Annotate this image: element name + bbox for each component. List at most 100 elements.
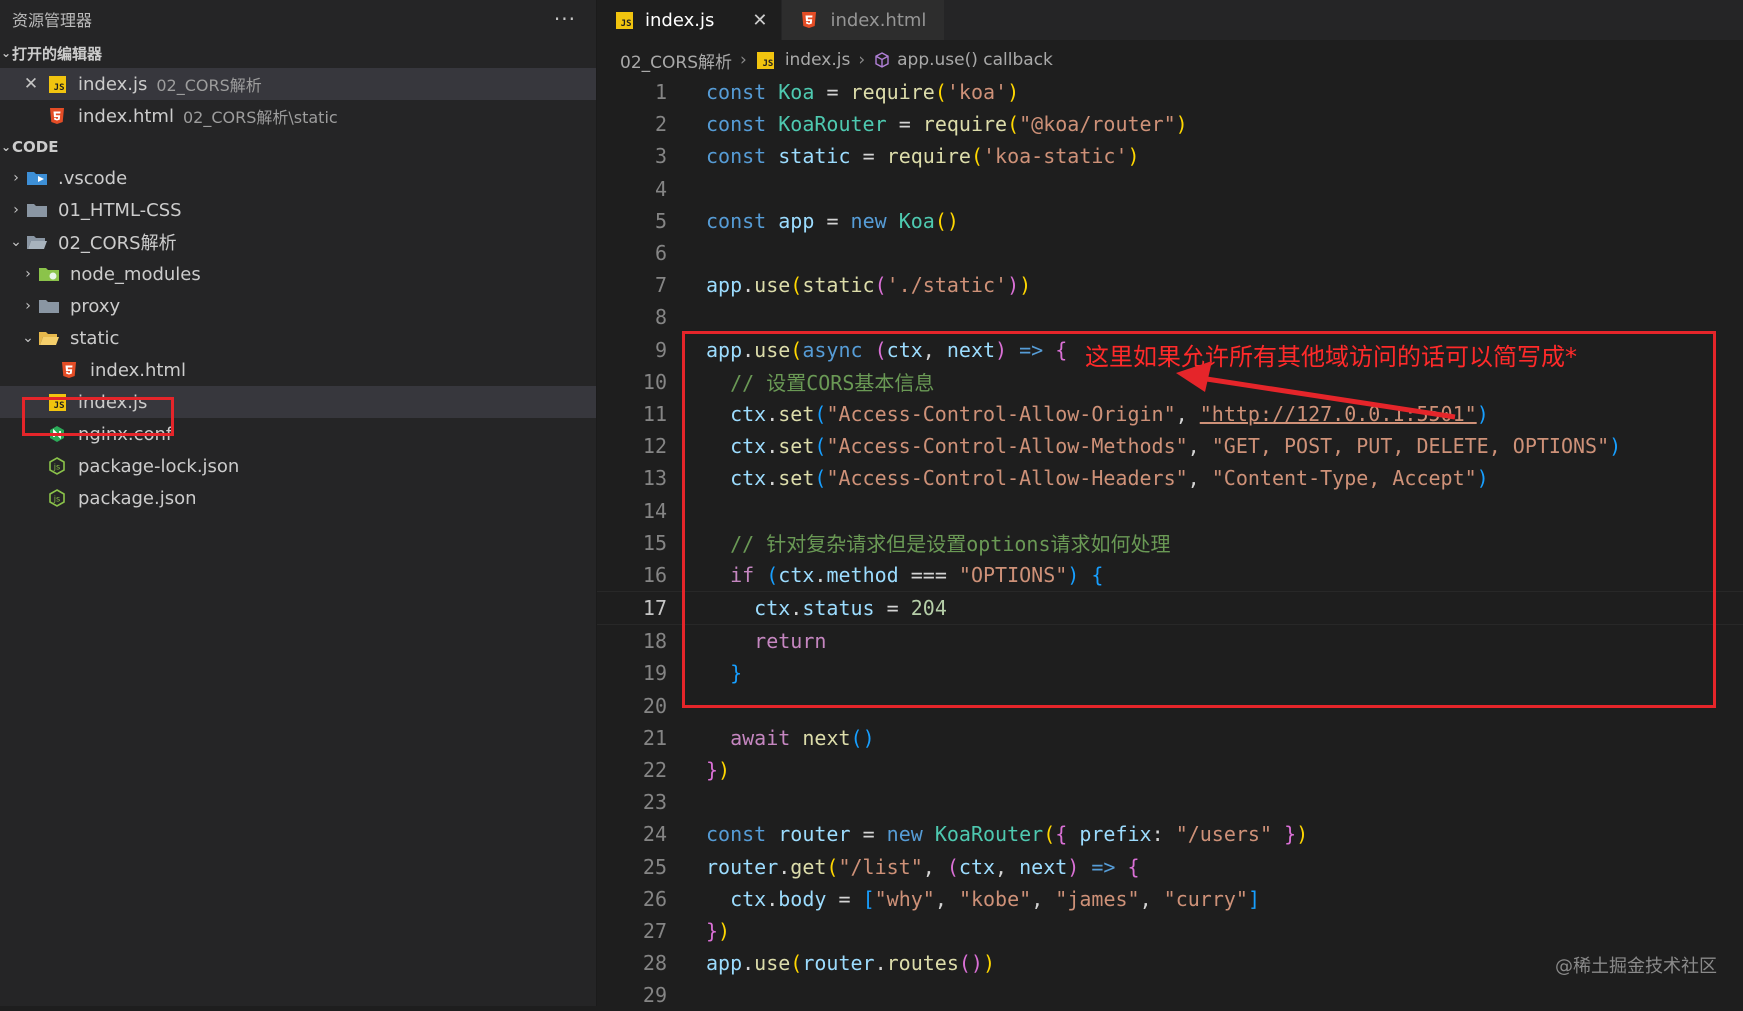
tree-item-package-json[interactable]: js package.json xyxy=(0,482,596,514)
code-line: 3 const static = require('koa-static') xyxy=(597,140,1743,172)
line-number: 13 xyxy=(642,466,667,491)
line-number: 29 xyxy=(642,983,667,1008)
line-number: 7 xyxy=(654,273,667,298)
open-editors-section[interactable]: ⌄ 打开的编辑器 xyxy=(0,38,596,68)
chevron-down-icon: ⌄ xyxy=(22,330,34,346)
code-line: 21 await next() xyxy=(597,722,1743,754)
code-line: 2 const KoaRouter = require("@koa/router"… xyxy=(597,108,1743,140)
code-line: 5 const app = new Koa() xyxy=(597,205,1743,237)
tab-index-js[interactable]: JS index.js ✕ xyxy=(597,0,783,40)
tree-item-label: static xyxy=(70,327,120,349)
line-number: 18 xyxy=(642,629,667,654)
code-line: 23 xyxy=(597,786,1743,818)
code-line: 1 const Koa = require('koa') xyxy=(597,76,1743,108)
code-text: const KoaRouter = require("@koa/router") xyxy=(706,112,1188,137)
line-number: 25 xyxy=(642,854,667,879)
line-number: 15 xyxy=(642,530,667,555)
folder-icon xyxy=(26,201,48,219)
line-number: 16 xyxy=(642,562,667,587)
breadcrumb-symbol[interactable]: app.use() callback xyxy=(897,50,1053,70)
open-editor-filename: index.js xyxy=(78,73,148,95)
line-number: 8 xyxy=(654,305,667,330)
line-number: 6 xyxy=(654,241,667,266)
tree-item-static[interactable]: ⌄ static xyxy=(0,322,596,354)
open-editor-filename: index.html xyxy=(78,105,174,127)
open-editor-index-html[interactable]: index.html 02_CORS解析\static xyxy=(0,100,596,132)
breadcrumb-file[interactable]: index.js xyxy=(785,50,851,70)
line-number: 5 xyxy=(654,208,667,233)
tree-item-html-css[interactable]: › 01_HTML-CSS xyxy=(0,194,596,226)
tree-item-index-html[interactable]: index.html xyxy=(0,354,596,386)
code-text: app.use(static('./static')) xyxy=(706,273,1032,298)
explorer-sidebar: 资源管理器 ··· ⌄ 打开的编辑器 ✕ JS index.js 02_CORS… xyxy=(0,0,597,1006)
code-line: 8 xyxy=(597,301,1743,333)
chevron-right-icon: › xyxy=(25,298,31,314)
line-number: 24 xyxy=(642,822,667,847)
code-line: 22}) xyxy=(597,754,1743,786)
js-file-icon: JS xyxy=(46,75,68,93)
breadcrumb-folder[interactable]: 02_CORS解析 xyxy=(620,48,732,73)
code-line: 6 xyxy=(597,237,1743,269)
open-editor-path: 02_CORS解析 xyxy=(156,76,262,95)
vscode-folder-icon xyxy=(26,169,48,187)
tab-index-html[interactable]: index.html xyxy=(782,0,946,40)
line-number: 4 xyxy=(654,176,667,201)
chevron-right-icon: › xyxy=(13,170,19,186)
node-folder-icon xyxy=(38,265,60,283)
folder-open-icon xyxy=(38,329,60,347)
chevron-down-icon: ⌄ xyxy=(10,234,22,250)
code-text: const app = new Koa() xyxy=(706,208,959,233)
line-number: 26 xyxy=(642,886,667,911)
nodejs-file-icon: js xyxy=(46,457,68,475)
tree-item-label: proxy xyxy=(70,295,121,317)
explorer-title: 资源管理器 xyxy=(12,11,93,30)
line-number: 27 xyxy=(642,918,667,943)
html-file-icon xyxy=(798,11,820,29)
tab-label: index.html xyxy=(830,9,927,31)
line-number: 10 xyxy=(642,369,667,394)
close-tab-icon[interactable]: ✕ xyxy=(752,10,767,31)
code-text: router.get("/list", (ctx, next) => { xyxy=(706,854,1140,879)
chevron-down-icon: ⌄ xyxy=(0,46,12,60)
code-line: 25 router.get("/list", (ctx, next) => { xyxy=(597,851,1743,883)
tree-item-package-lock[interactable]: js package-lock.json xyxy=(0,450,596,482)
tree-item-node-modules[interactable]: › node_modules xyxy=(0,258,596,290)
tree-item-label: package.json xyxy=(78,487,197,509)
chevron-right-icon: › xyxy=(13,202,19,218)
code-text: const static = require('koa-static') xyxy=(706,144,1140,169)
code-text: }) xyxy=(706,758,731,783)
folder-icon xyxy=(38,297,60,315)
code-text: const router = new KoaRouter({ prefix: "… xyxy=(706,822,1309,847)
workspace-section[interactable]: ⌄ CODE xyxy=(0,132,596,162)
tree-item-cors[interactable]: ⌄ 02_CORS解析 xyxy=(0,226,596,258)
tree-item-label: 01_HTML-CSS xyxy=(58,199,182,221)
line-number: 28 xyxy=(642,951,667,976)
watermark: @稀土掘金技术社区 xyxy=(1555,956,1717,977)
code-line: 27}) xyxy=(597,915,1743,947)
line-number: 22 xyxy=(642,758,667,783)
line-number: 14 xyxy=(642,498,667,523)
line-number: 23 xyxy=(642,790,667,815)
close-icon[interactable]: ✕ xyxy=(20,74,42,94)
tree-item-vscode[interactable]: › .vscode xyxy=(0,162,596,194)
annotation-text: 这里如果允许所有其他域访问的话可以简写成* xyxy=(1085,343,1577,371)
tree-item-label: 02_CORS解析 xyxy=(58,233,177,254)
nodejs-file-icon: js xyxy=(46,489,68,507)
tree-item-label: index.html xyxy=(90,359,186,381)
more-actions-icon[interactable]: ··· xyxy=(554,7,576,31)
line-number: 19 xyxy=(642,661,667,686)
tree-item-label: node_modules xyxy=(70,263,201,285)
code-text: const Koa = require('koa') xyxy=(706,80,1020,105)
html-file-icon xyxy=(58,361,80,379)
tab-bar: JS index.js ✕ index.html xyxy=(597,0,1743,40)
tree-item-label: .vscode xyxy=(58,167,128,189)
tree-item-proxy[interactable]: › proxy xyxy=(0,290,596,322)
html-file-icon xyxy=(46,107,68,125)
svg-text:js: js xyxy=(53,495,60,504)
line-number: 3 xyxy=(654,144,667,169)
code-line: 7 app.use(static('./static')) xyxy=(597,269,1743,301)
open-editors-label: 打开的编辑器 xyxy=(12,44,103,63)
open-editor-index-js[interactable]: ✕ JS index.js 02_CORS解析 xyxy=(0,68,596,100)
annotation-box xyxy=(682,331,1716,708)
tree-item-label: package-lock.json xyxy=(78,455,240,477)
